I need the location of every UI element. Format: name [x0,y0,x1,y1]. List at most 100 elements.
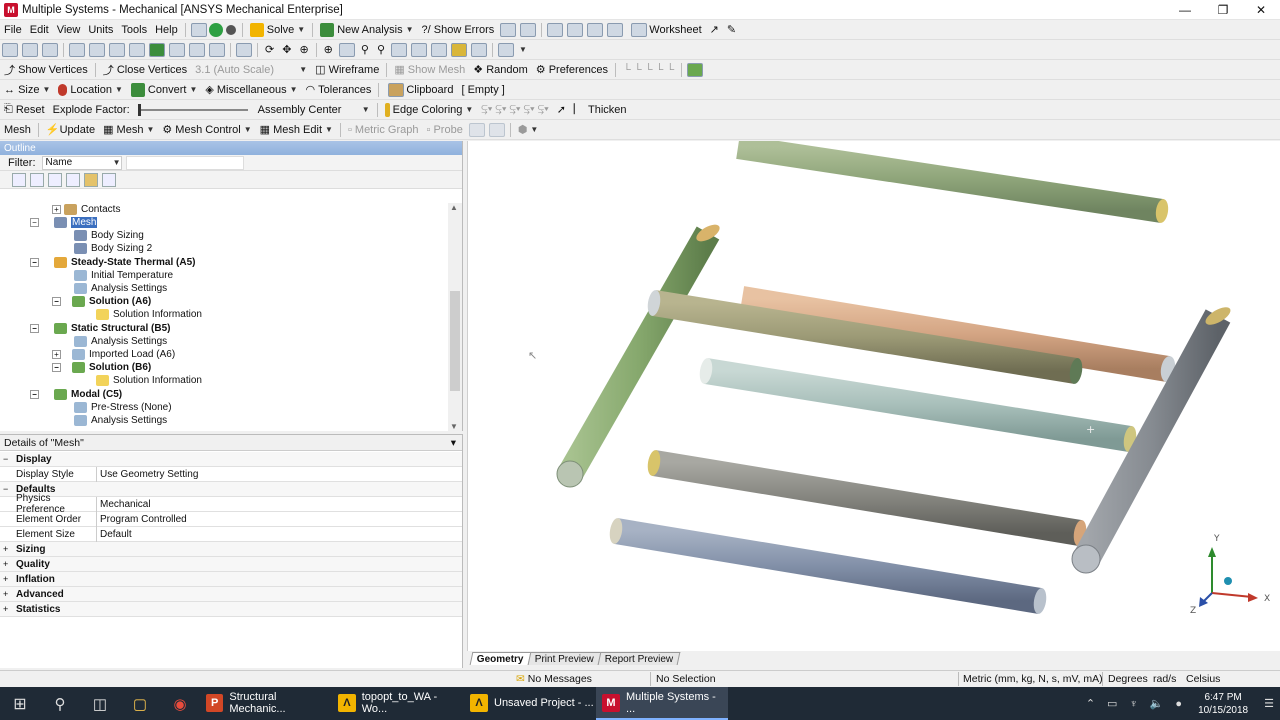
mesh-dropdown[interactable]: ▦ Mesh ▼ [99,121,158,139]
chevron-up-icon[interactable]: ⌃ [1086,697,1095,710]
extend-selection-icon[interactable] [236,42,252,57]
tree-node-body-sizing[interactable]: Body Sizing [74,229,144,242]
mesh-edit-dropdown[interactable]: ▦ Mesh Edit ▼ [256,121,337,139]
angle-units-status[interactable]: Degrees [1108,673,1148,685]
probe-button[interactable]: ▫ Probe [422,121,466,139]
zoom-out-icon[interactable]: ⚲ [373,41,389,59]
solve-button[interactable]: Solve ▼ [246,21,309,39]
shape-dropdown-icon[interactable]: ⬢ ▼ [514,121,543,139]
tag-icon[interactable]: ✎ [723,21,740,39]
worksheet-button[interactable]: Worksheet [625,21,705,39]
menu-edit[interactable]: Edit [26,21,53,39]
collapse-icon[interactable]: − [52,363,61,372]
vertex-select-icon[interactable] [89,42,105,57]
details-row[interactable]: Element Order Program Controlled [0,511,462,527]
show-errors-button[interactable]: ?/ Show Errors [418,21,499,39]
cube-icon[interactable] [687,62,704,77]
details-row[interactable]: Element Size Default [0,526,462,542]
menu-help[interactable]: Help [151,21,182,39]
menu-units[interactable]: Units [84,21,117,39]
axis-triad[interactable]: Y X Z [1190,534,1270,616]
mesh-control-dropdown[interactable]: ⚙ Mesh Control ▼ [158,121,255,139]
menu-tools[interactable]: Tools [117,21,151,39]
check-icon[interactable] [208,22,223,37]
body-top-green[interactable] [736,135,1170,224]
edge-style-icons[interactable]: ⥹▾ ⥹▾ ⥹▾ ⥹▾ ⥹▾ [477,101,552,119]
outline-refresh-icon[interactable] [12,172,26,187]
volume-icon[interactable]: 🔈 [1150,697,1164,710]
random-button[interactable]: ❖ Random [469,61,532,79]
edge-select-icon[interactable] [109,42,125,57]
details-category[interactable]: + Quality [0,557,462,572]
body-diagonal-green[interactable] [556,221,722,488]
viewports-dropdown-icon[interactable]: ▼ [519,45,527,54]
element-select-icon[interactable] [189,42,205,57]
mesh-option-icon-2[interactable] [488,122,505,137]
tree-node-mesh[interactable]: − Mesh [30,216,98,229]
previous-view-icon[interactable] [391,42,407,57]
details-value[interactable]: Mechanical [97,499,151,510]
temperature-units-status[interactable]: Celsius [1186,673,1220,685]
tolerances-button[interactable]: ◠ Tolerances [302,81,376,99]
zoom-fit-icon[interactable]: ⊕ [320,41,337,59]
chart-icon[interactable] [520,22,537,37]
viewports-icon[interactable] [498,42,514,57]
start-icon[interactable]: ⊞ [0,687,40,720]
tree-node-modal[interactable]: − Modal (C5) [30,388,122,401]
details-category[interactable]: + Statistics [0,602,462,617]
figure-icon[interactable] [607,22,624,37]
expand-icon[interactable]: + [3,544,8,554]
details-category[interactable]: + Inflation [0,572,462,587]
tree-node-static-structural[interactable]: − Static Structural (B5) [30,322,170,335]
details-category[interactable]: + Advanced [0,587,462,602]
edge-thick-icon[interactable]: ➚ [553,101,570,119]
details-value[interactable]: Program Controlled [97,514,187,525]
pointer-icon[interactable] [69,42,85,57]
geometry-canvas[interactable]: ↖ + Y X Z [468,135,1280,651]
close-vertices-button[interactable]: ⤴ Close Vertices [99,61,191,79]
tree-node-body-sizing-2[interactable]: Body Sizing 2 [74,242,152,255]
zoom-box-icon[interactable] [338,42,355,57]
collapse-icon[interactable]: − [52,297,61,306]
tree-node-analysis-settings-b[interactable]: Analysis Settings [74,335,167,348]
body-gray[interactable] [646,449,1088,547]
tree-node-solution-information-a[interactable]: Solution Information [96,308,202,321]
file-explorer-icon[interactable]: ▢ [120,687,160,720]
taskbar-item-mechanical[interactable]: M Multiple Systems - ... [596,687,728,720]
maximize-button[interactable]: ❐ [1204,0,1242,20]
pin-icon[interactable]: ▾ [451,437,456,449]
battery-icon[interactable]: ▭ [1107,697,1117,710]
outline-collapse-icon[interactable] [30,172,44,187]
zoom-in-icon[interactable]: ⚲ [357,41,373,59]
task-view-icon[interactable]: ◫ [80,687,120,720]
search-icon[interactable]: ⚲ [40,687,80,720]
details-value[interactable]: Default [97,529,132,540]
clipboard-button[interactable]: Clipboard [382,81,457,99]
preferences-button[interactable]: ⚙ Preferences [532,61,612,79]
tree-node-analysis-settings-c[interactable]: Analysis Settings [74,414,167,427]
miscellaneous-button[interactable]: ◈ Miscellaneous ▼ [201,81,301,99]
collapse-icon[interactable]: − [30,258,39,267]
body-select-icon[interactable] [149,42,165,57]
wireframe-button[interactable]: ◫ Wireframe [311,61,383,79]
taskbar-item-workbench-1[interactable]: Λtopopt_to_WA - Wo... [332,687,464,720]
image-icon[interactable] [547,22,564,37]
collapse-icon[interactable]: − [30,218,39,227]
reset-button[interactable]: ⎗ Reset [0,101,49,119]
next-view-icon[interactable] [411,42,427,57]
collapse-icon[interactable]: − [3,454,8,464]
expand-icon[interactable]: + [3,604,8,614]
face-select-icon[interactable] [129,42,145,57]
new-analysis-button[interactable]: New Analysis ▼ [316,21,417,39]
tree-node-solution-b6[interactable]: − Solution (B6) [52,361,151,374]
tree-node-solution-a6[interactable]: − Solution (A6) [52,295,151,308]
details-category[interactable]: + Sizing [0,542,462,557]
mesh-option-icon-1[interactable] [468,122,485,137]
table-icon[interactable] [500,22,517,37]
taskbar-item-workbench-2[interactable]: Λ Unsaved Project - ... [464,687,596,720]
tree-node-pre-stress[interactable]: Pre-Stress (None) [74,401,172,414]
scroll-thumb[interactable] [450,291,460,391]
tab-geometry[interactable]: Geometry [469,652,532,665]
assembly-center-dropdown[interactable]: Assembly Center ▼ [254,101,374,119]
notifications-icon[interactable]: ☰ [1264,697,1274,710]
